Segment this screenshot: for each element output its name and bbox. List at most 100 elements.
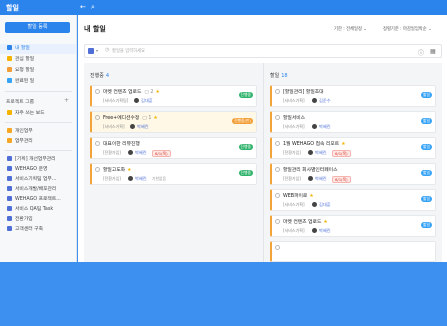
task-card[interactable]: 할일고도화 ★ [전환가입] 박혜린 기한없음 진행중 (90, 163, 257, 185)
avatar (312, 98, 317, 103)
task-assignee[interactable]: 박혜린 (319, 228, 331, 234)
task-assignee[interactable]: 박혜린 (135, 176, 147, 182)
column-header-in-progress: 진행중 4 (90, 73, 109, 79)
task-card[interactable]: WEB파이로 ★ [서비스기획] 김대훈 할일 (270, 189, 436, 211)
sidebar-item-favorites[interactable]: 자주 쓰는 보드 (0, 109, 76, 119)
folder-icon (7, 196, 12, 201)
back-arrow-icon[interactable]: ← (80, 3, 86, 11)
avatar (312, 228, 317, 233)
complete-checkbox[interactable] (275, 167, 280, 172)
info-icon[interactable]: ⓘ (418, 48, 424, 57)
add-group-icon[interactable]: + (64, 97, 69, 104)
sort-order-select[interactable]: 정렬기준 : 마감일임박순 ⌄ (383, 26, 432, 32)
divider (5, 122, 72, 123)
star-icon: ★ (309, 194, 314, 199)
avatar (128, 150, 133, 155)
sidebar-item-label: WEHAGO 운영 (15, 167, 48, 172)
sidebar-item-label: 전환가입 (15, 217, 33, 222)
complete-checkbox[interactable] (275, 219, 280, 224)
task-assignee[interactable]: 박혜린 (137, 124, 149, 130)
complete-checkbox[interactable] (275, 115, 280, 120)
task-assignee[interactable]: 박혜린 (315, 150, 327, 156)
status-badge[interactable]: 할일 (421, 170, 432, 176)
task-assignee[interactable]: 김준수 (319, 98, 331, 104)
task-card[interactable]: 할일서비스 [서비스기획] 박혜린 할일 (270, 111, 436, 133)
complete-checkbox[interactable] (275, 193, 280, 198)
color-chip-icon[interactable] (88, 48, 94, 54)
new-task-button[interactable]: 할일 등록 (5, 22, 70, 33)
complete-checkbox[interactable] (95, 115, 100, 120)
sidebar-project-item[interactable]: 업무관리 (0, 137, 76, 147)
sidebar-project-item[interactable]: 개인업무 (0, 127, 76, 137)
task-project: [전환가입] (103, 176, 121, 181)
complete-checkbox[interactable] (275, 89, 280, 94)
status-badge[interactable]: 진행중(만) (232, 118, 253, 124)
folder-icon (7, 156, 12, 161)
sidebar-item-label: 완료된 일 (15, 79, 35, 84)
task-card[interactable]: 1월 WEHAGO 접속 리포트 ★ [전환가입] 박혜린 6/1(목) 할일 (270, 137, 436, 159)
complete-checkbox[interactable] (95, 141, 100, 146)
sidebar-project-item[interactable]: 고객센터 구축 (0, 225, 76, 235)
project-group-header: 프로젝트 그룹 + (6, 97, 70, 105)
due-filter-select[interactable]: 기한 : 전체일정 ⌄ (334, 26, 367, 32)
status-badge[interactable]: 진행중 (238, 92, 253, 98)
status-badge[interactable]: 할일 (421, 92, 432, 98)
status-badge[interactable]: 할일 (421, 196, 432, 202)
sidebar-item-label: 내 할일 (15, 46, 30, 51)
top-bar: 할일 ← ⌕ (0, 0, 447, 15)
task-project: [전환가입] (283, 150, 301, 155)
sidebar-project-item[interactable]: 서비스기획팀 업무... (0, 175, 76, 185)
task-card[interactable]: 할일관리 회사별인터페이스 [전환가입] 박혜린 6/1(목) 할일 (270, 163, 436, 185)
sidebar-item-requested[interactable]: 요청 할일 (0, 66, 76, 76)
status-badge[interactable]: 진행중 (238, 170, 253, 176)
status-badge[interactable]: 진행중 (238, 144, 253, 150)
sidebar-item-label: 서비스개발/배포관리 (15, 187, 57, 192)
sidebar-project-item[interactable]: WEHAGO 운영 (0, 165, 76, 175)
task-assignee[interactable]: 김대훈 (141, 98, 153, 104)
task-title: 할일서비스 (283, 116, 306, 121)
sidebar-project-item[interactable]: 서비스개발/배포관리 (0, 185, 76, 195)
task-card[interactable]: [할일관리] 할일초대 [서비스기획] 김준수 할일 (270, 85, 436, 107)
task-assignee[interactable]: 박혜린 (135, 150, 147, 156)
complete-checkbox[interactable] (275, 245, 280, 250)
task-assignee[interactable]: 박혜린 (315, 176, 327, 182)
status-badge[interactable]: 할일 (421, 222, 432, 228)
task-card[interactable]: Free+에디션수정 ▢ 1 ★ [서비스기획] 박혜린 진행중(만) (90, 111, 257, 133)
chevron-down-icon[interactable]: ▾ (96, 48, 98, 53)
calendar-icon[interactable]: ▦ (430, 48, 436, 55)
task-card[interactable]: 마켓 컨텐츠 업로드 ★ [서비스기획] 박혜린 할일 (270, 215, 436, 237)
search-icon[interactable]: ⌕ (91, 3, 95, 12)
folder-icon (7, 206, 12, 211)
complete-checkbox[interactable] (95, 89, 100, 94)
request-icon (7, 67, 12, 72)
sidebar-item-starred[interactable]: 관심 할일 (0, 55, 76, 65)
sidebar-item-label: 고객센터 구축 (15, 227, 44, 232)
folder-icon (7, 166, 12, 171)
complete-checkbox[interactable] (95, 167, 100, 172)
star-icon (7, 56, 12, 61)
task-assignee[interactable]: 박혜린 (319, 124, 331, 130)
status-badge[interactable]: 할일 (421, 118, 432, 124)
sidebar-item-completed[interactable]: 완료된 일 (0, 77, 76, 87)
task-title: Free+에디션수정 ▢ 1 ★ (103, 116, 158, 121)
comment-icon: ▢ 1 (142, 116, 152, 121)
task-title: [할일관리] 할일초대 (283, 90, 324, 95)
complete-checkbox[interactable] (275, 141, 280, 146)
task-input[interactable]: 할일을 입력하세요 (112, 48, 145, 54)
task-card[interactable]: 대표이한 리뷰진행 [전환가입] 박혜린 6/1(목) 진행중 (90, 137, 257, 159)
sidebar-project-item[interactable]: 서비스 QA팀 Task (0, 205, 76, 215)
sidebar-item-my-tasks[interactable]: 내 할일 (0, 44, 76, 54)
sidebar-project-item[interactable]: [기획] 개선업무관리 (0, 155, 76, 165)
task-card[interactable]: 마켓 컨텐츠 업로드 ▢ 2 ★ [서비스기획팀] 김대훈 진행중 (90, 85, 257, 107)
sidebar-project-item[interactable]: 전환가입 (0, 215, 76, 225)
avatar (128, 176, 133, 181)
sidebar-item-label: 자주 쓰는 보드 (15, 111, 45, 116)
task-assignee[interactable]: 김대훈 (319, 202, 331, 208)
task-title: 마켓 컨텐츠 업로드 ▢ 2 ★ (103, 90, 160, 95)
background-band (0, 262, 447, 326)
due-date-badge: 6/1(목) (332, 150, 351, 157)
sidebar-project-item[interactable]: WEHAGO 프로젝트... (0, 195, 76, 205)
status-badge[interactable]: 할일 (421, 144, 432, 150)
task-card[interactable] (270, 241, 436, 262)
star-icon: ★ (127, 168, 132, 173)
